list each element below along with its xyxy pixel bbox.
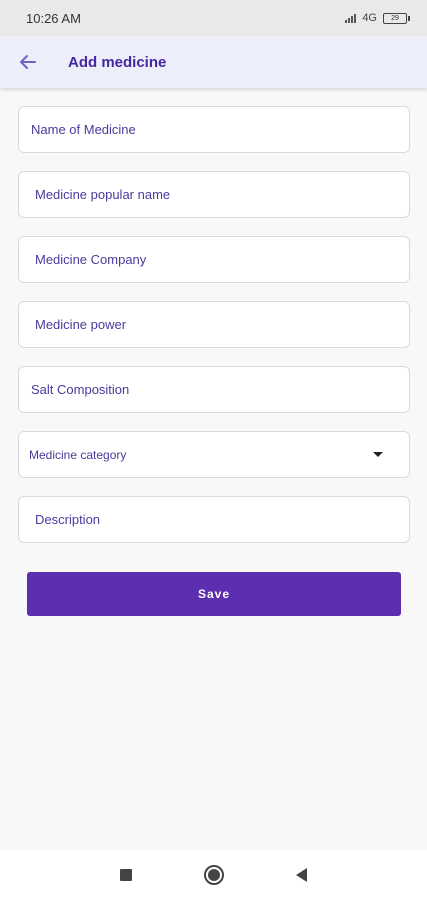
description-placeholder: Description bbox=[35, 512, 101, 527]
page-title: Add medicine bbox=[68, 53, 167, 71]
back-button[interactable] bbox=[0, 36, 56, 88]
medicine-power-placeholder: Medicine power bbox=[35, 317, 127, 332]
save-button[interactable]: Save bbox=[27, 572, 401, 616]
medicine-category-dropdown[interactable]: Medicine category bbox=[18, 431, 410, 478]
signal-icon bbox=[345, 13, 357, 23]
salt-composition-field[interactable]: Salt Composition bbox=[18, 366, 410, 413]
status-time: 10:26 AM bbox=[26, 10, 81, 26]
medicine-company-placeholder: Medicine Company bbox=[35, 252, 147, 267]
medicine-name-placeholder: Name of Medicine bbox=[31, 122, 136, 137]
status-bar: 10:26 AM 4G 29 bbox=[0, 0, 427, 36]
status-icons: 4G 29 bbox=[345, 12, 410, 24]
medicine-name-field[interactable]: Name of Medicine bbox=[18, 106, 410, 153]
arrow-left-icon bbox=[20, 55, 36, 69]
salt-composition-placeholder: Salt Composition bbox=[31, 382, 130, 397]
battery-icon: 29 bbox=[383, 12, 410, 24]
network-type: 4G bbox=[362, 12, 377, 24]
battery-level: 29 bbox=[391, 14, 399, 22]
medicine-category-placeholder: Medicine category bbox=[29, 447, 127, 462]
app-bar: Add medicine bbox=[0, 36, 427, 88]
caret-down-icon bbox=[373, 452, 383, 457]
medicine-company-field[interactable]: Medicine Company bbox=[18, 236, 410, 283]
add-medicine-form: Name of Medicine Medicine popular name M… bbox=[18, 106, 410, 561]
system-nav-bar bbox=[0, 850, 427, 900]
description-field[interactable]: Description bbox=[18, 496, 410, 543]
medicine-popular-name-placeholder: Medicine popular name bbox=[35, 187, 171, 202]
back-icon[interactable] bbox=[296, 868, 307, 882]
recent-apps-icon[interactable] bbox=[120, 869, 132, 881]
medicine-power-field[interactable]: Medicine power bbox=[18, 301, 410, 348]
home-icon[interactable] bbox=[204, 865, 224, 885]
medicine-popular-name-field[interactable]: Medicine popular name bbox=[18, 171, 410, 218]
